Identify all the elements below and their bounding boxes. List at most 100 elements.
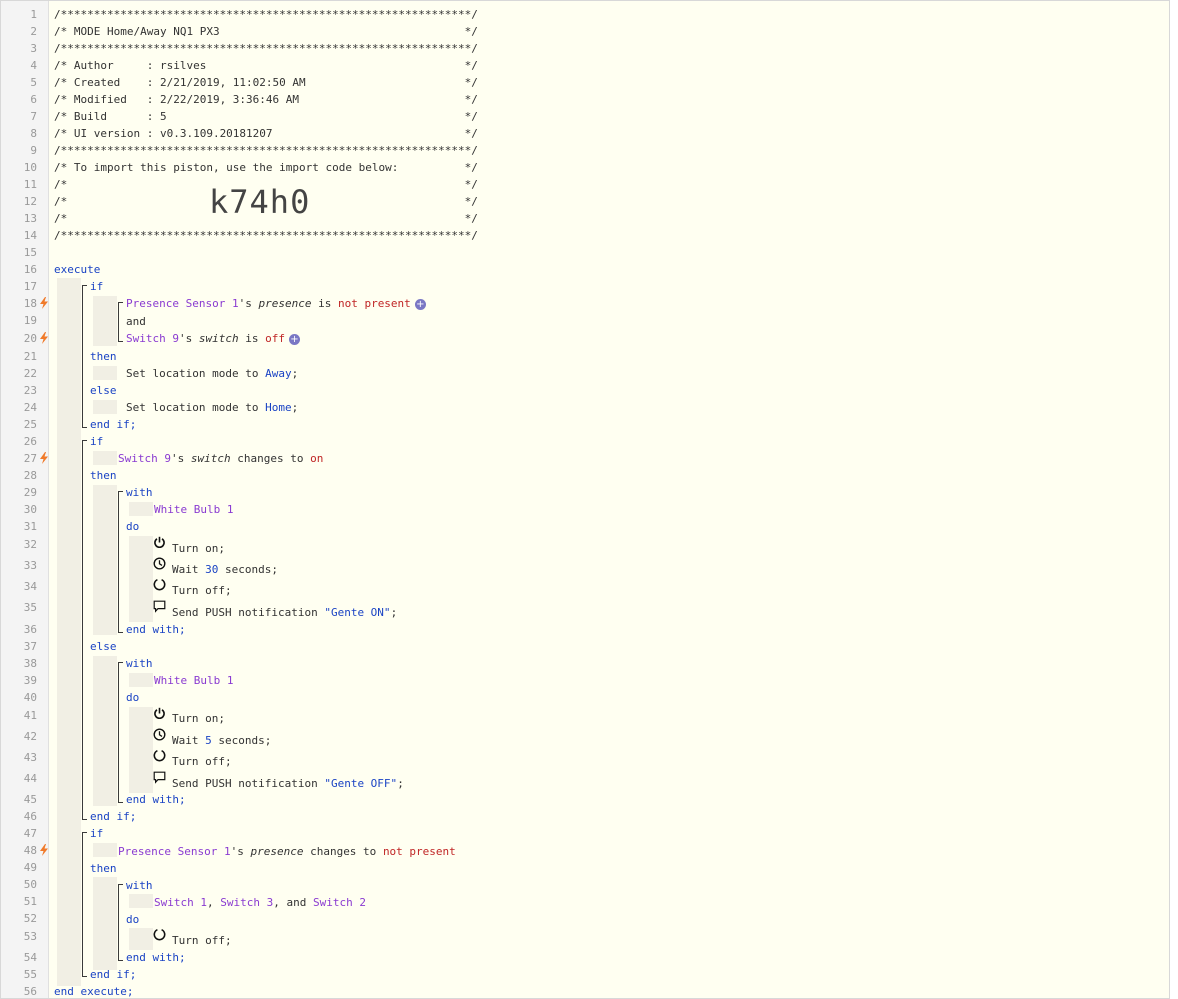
line-number: 13 [23, 212, 37, 225]
indent-guide [93, 296, 117, 346]
power-icon [154, 536, 165, 549]
device-white-bulb-1[interactable]: White Bulb 1 [154, 503, 233, 517]
block-bracket [82, 285, 83, 428]
indent-guide [129, 928, 153, 950]
device-white-bulb-1[interactable]: White Bulb 1 [154, 674, 233, 688]
ui-version-comment: /* UI version : v0.3.109.20181207 */ [54, 127, 478, 140]
line-number: 39 [23, 674, 37, 687]
line-number: 21 [23, 350, 37, 363]
indent-guide [93, 656, 117, 806]
send-push-statement[interactable]: Send PUSH notification "Gente ON"; [172, 606, 397, 620]
circle-off-icon [153, 749, 166, 762]
circle-off-icon [153, 578, 166, 591]
set-mode-home-statement[interactable]: Set location mode to Home; [126, 401, 298, 415]
do-keyword: do [126, 913, 140, 926]
with-keyword[interactable]: with [126, 486, 153, 500]
line-number: 1 [30, 8, 37, 21]
line-number: 30 [23, 503, 37, 516]
line-number: 48 [23, 844, 37, 857]
lightning-bolt-icon[interactable] [39, 332, 49, 344]
line-number: 15 [23, 246, 37, 259]
turn-on-statement[interactable]: Turn on; [172, 712, 225, 726]
wait-statement[interactable]: Wait 5 seconds; [172, 734, 271, 748]
line-number-gutter: 1 2 3 4 5 6 7 8 9 10 11 12 13 14 15 16 1… [1, 1, 49, 998]
device-presence-sensor-1: Presence Sensor 1 [118, 845, 231, 858]
indent-guide [129, 536, 153, 622]
then-keyword: then [90, 862, 117, 875]
line-number: 16 [23, 263, 37, 276]
line-number: 19 [23, 314, 37, 327]
import-instructions-comment: /* To import this piston, use the import… [54, 161, 478, 174]
line-number: 17 [23, 280, 37, 293]
comment-line: /***************************************… [54, 229, 478, 242]
condition-presence-changes[interactable]: Presence Sensor 1's presence changes to … [118, 845, 456, 859]
block-bracket [118, 491, 119, 633]
end-with-keyword: end with; [126, 793, 186, 806]
line-number: 49 [23, 861, 37, 874]
device-switch-9: Switch 9 [126, 332, 179, 345]
with-keyword[interactable]: with [126, 879, 153, 893]
else-keyword: else [90, 384, 117, 397]
author-comment: /* Author : rsilves */ [54, 59, 478, 72]
end-with-keyword: end with; [126, 951, 186, 964]
end-if-keyword: end if; [90, 810, 137, 823]
line-number: 54 [23, 951, 37, 964]
block-bracket [118, 884, 119, 961]
line-number: 41 [23, 709, 37, 722]
indent-guide [129, 502, 153, 516]
with-keyword[interactable]: with [126, 657, 153, 671]
line-number: 6 [30, 93, 37, 106]
line-number: 47 [23, 827, 37, 840]
device-list[interactable]: Switch 1, Switch 3, and Switch 2 [154, 896, 366, 910]
block-bracket [82, 832, 83, 977]
then-keyword: then [90, 350, 117, 363]
if-keyword[interactable]: if [90, 280, 103, 294]
end-execute-keyword: end execute; [54, 985, 134, 998]
line-number: 8 [30, 127, 37, 140]
plus-circle-icon[interactable]: + [288, 333, 300, 345]
turn-off-statement[interactable]: Turn off; [172, 755, 232, 769]
line-number: 9 [30, 144, 37, 157]
line-number: 7 [30, 110, 37, 123]
line-number: 40 [23, 691, 37, 704]
indent-guide [129, 673, 153, 687]
lightning-bolt-icon[interactable] [39, 844, 49, 856]
created-comment: /* Created : 2/21/2019, 11:02:50 AM */ [54, 76, 478, 89]
line-number: 31 [23, 520, 37, 533]
condition-switch-off[interactable]: Switch 9's switch is off + [126, 332, 300, 346]
line-number: 2 [30, 25, 37, 38]
line-number: 55 [23, 968, 37, 981]
plus-circle-icon[interactable]: + [414, 298, 426, 310]
line-number: 24 [23, 401, 37, 414]
device-switch-2: Switch 2 [312, 896, 366, 909]
turn-on-statement[interactable]: Turn on; [172, 542, 225, 556]
wait-statement[interactable]: Wait 30 seconds; [172, 563, 278, 577]
lightning-bolt-icon[interactable] [39, 297, 49, 309]
line-number: 28 [23, 469, 37, 482]
if-keyword[interactable]: if [90, 827, 103, 841]
line-number: 10 [23, 161, 37, 174]
condition-presence-not-present[interactable]: Presence Sensor 1's presence is not pres… [126, 297, 426, 311]
and-operator[interactable]: and [126, 315, 146, 329]
turn-off-statement[interactable]: Turn off; [172, 584, 232, 598]
end-if-keyword: end if; [90, 418, 137, 431]
device-switch-1: Switch 1 [154, 896, 207, 909]
lightning-bolt-icon[interactable] [39, 452, 49, 464]
line-number: 3 [30, 42, 37, 55]
end-with-keyword: end with; [126, 623, 186, 636]
condition-switch-changes-on[interactable]: Switch 9's switch changes to on [118, 452, 323, 466]
indent-guide [93, 843, 117, 857]
end-if-keyword: end if; [90, 968, 137, 981]
if-keyword[interactable]: if [90, 435, 103, 449]
execute-keyword: execute [54, 263, 101, 276]
set-mode-away-statement[interactable]: Set location mode to Away; [126, 367, 298, 381]
block-bracket [118, 662, 119, 803]
piston-code-editor: 1 2 3 4 5 6 7 8 9 10 11 12 13 14 15 16 1… [0, 0, 1170, 999]
block-bracket [82, 440, 83, 820]
line-number: 33 [23, 559, 37, 572]
line-number: 5 [30, 76, 37, 89]
turn-off-statement[interactable]: Turn off; [172, 934, 232, 948]
indent-guide [57, 278, 81, 986]
circle-off-icon [153, 928, 166, 941]
send-push-statement[interactable]: Send PUSH notification "Gente OFF"; [172, 777, 404, 791]
